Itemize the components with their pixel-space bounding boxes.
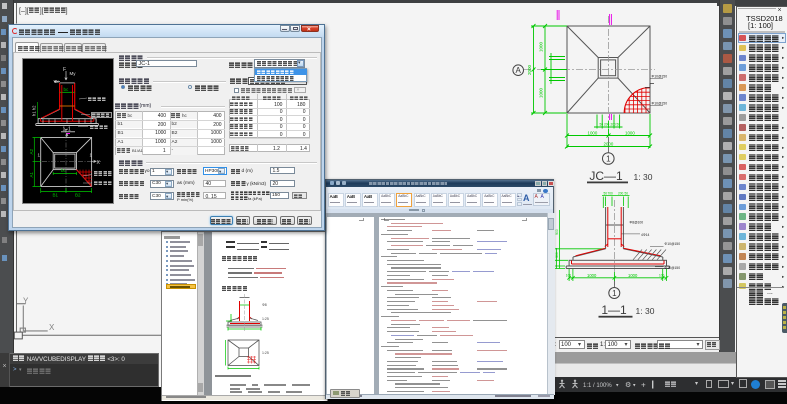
svg-text:+: + (641, 381, 646, 390)
svg-text:▾: ▾ (616, 382, 619, 388)
svg-text:Φ8: Φ8 (262, 303, 267, 307)
svg-text:X: X (49, 323, 55, 332)
svg-text:2000: 2000 (527, 64, 532, 75)
svg-text:50: 50 (600, 123, 604, 127)
svg-text:1000: 1000 (539, 41, 544, 52)
svg-text:200: 200 (611, 123, 617, 127)
svg-text:1: 30: 1: 30 (636, 306, 655, 316)
svg-text:1:1 / 100%: 1:1 / 100% (583, 383, 612, 389)
svg-text:Y: Y (23, 297, 29, 306)
svg-text:1—1: 1—1 (601, 303, 627, 317)
svg-text:1000: 1000 (588, 130, 598, 135)
svg-text:200: 200 (604, 123, 610, 127)
svg-text:Φ8@100: Φ8@100 (630, 221, 644, 225)
svg-text:1:25: 1:25 (262, 351, 269, 355)
svg-text:1000: 1000 (625, 130, 635, 135)
svg-text:100: 100 (566, 274, 572, 278)
svg-text:100: 100 (659, 274, 665, 278)
svg-text:1: 30: 1: 30 (634, 172, 653, 182)
svg-text:1:25: 1:25 (262, 317, 269, 321)
svg-text:⚙: ⚙ (625, 381, 631, 389)
svg-text:2000: 2000 (604, 141, 614, 146)
svg-text:A1: A1 (29, 172, 34, 178)
svg-text:X: X (97, 160, 101, 166)
svg-text:Y: Y (64, 129, 68, 135)
svg-text:A: A (516, 66, 522, 75)
svg-text:1000: 1000 (539, 87, 544, 98)
svg-text:1: 1 (606, 155, 611, 164)
svg-text:Φ10@150: Φ10@150 (652, 102, 668, 106)
svg-text:Φ10@150: Φ10@150 (652, 75, 668, 79)
svg-text:1: 1 (612, 289, 617, 298)
svg-text:300: 300 (555, 252, 559, 258)
svg-text:Φ10@150: Φ10@150 (665, 266, 681, 270)
svg-text:Φ10@150: Φ10@150 (665, 242, 681, 246)
svg-text:50: 50 (617, 123, 621, 127)
svg-text:B1: B1 (53, 193, 59, 198)
svg-text:700: 700 (608, 192, 614, 196)
svg-text:50: 50 (625, 192, 629, 196)
svg-text:B2: B2 (75, 193, 81, 198)
svg-text:900: 900 (555, 229, 559, 235)
svg-text:1000: 1000 (587, 273, 597, 278)
svg-text:4Φ14: 4Φ14 (641, 233, 649, 237)
svg-text:1000: 1000 (628, 273, 638, 278)
svg-text:A2: A2 (29, 149, 34, 155)
svg-text:1: 1 (38, 153, 41, 158)
svg-text:bc: bc (61, 169, 67, 174)
svg-text:200: 200 (618, 192, 624, 196)
svg-text:▾: ▾ (633, 382, 636, 388)
svg-text:JC—1: JC—1 (589, 169, 623, 183)
